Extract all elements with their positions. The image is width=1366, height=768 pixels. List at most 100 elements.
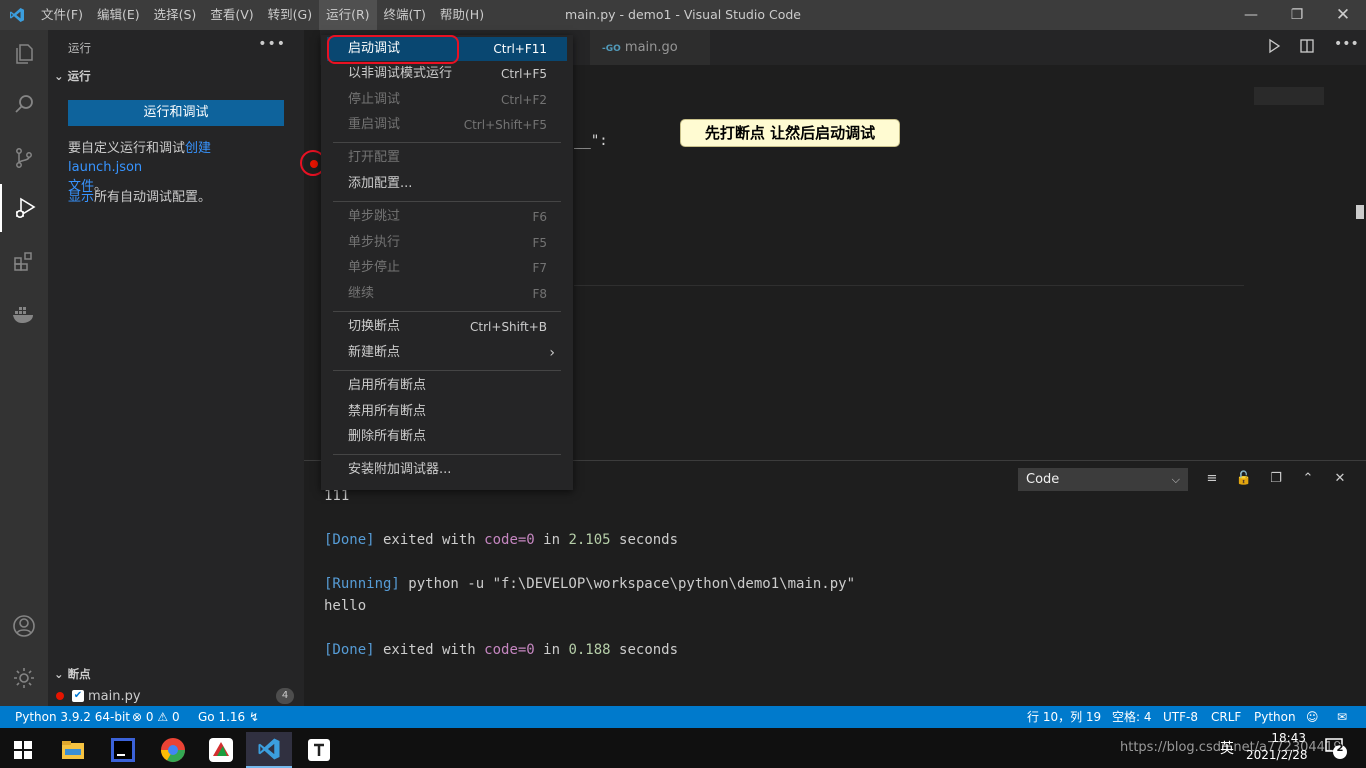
scrollbar-thumb[interactable]: [1356, 205, 1364, 219]
maximize-button[interactable]: ❐: [1274, 0, 1320, 30]
jetbrains-icon[interactable]: [100, 732, 146, 768]
menu-item-run-without-debugging[interactable]: 以非调试模式运行 Ctrl+F5: [327, 62, 567, 86]
language-mode[interactable]: Python: [1254, 706, 1296, 728]
menu-item-toggle-breakpoint[interactable]: 切换断点 Ctrl+Shift+B: [327, 315, 567, 339]
encoding[interactable]: UTF-8: [1163, 706, 1198, 728]
tab-main-py[interactable]: [304, 30, 320, 65]
menu-separator: [333, 454, 561, 455]
menu-item-add-configuration[interactable]: 添加配置...: [327, 172, 567, 196]
go-version[interactable]: Go 1.16 ↯: [198, 706, 259, 728]
menu-edit[interactable]: 编辑(E): [90, 0, 147, 30]
menu-separator: [333, 311, 561, 312]
menu-item-label: 安装附加调试器...: [348, 462, 452, 477]
cursor-position[interactable]: 行 10，列 19: [1027, 706, 1101, 728]
run-file-icon[interactable]: [1266, 38, 1286, 58]
python-interpreter[interactable]: Python 3.9.2 64-bit: [15, 706, 130, 728]
tab-main-go[interactable]: -GO main.go: [590, 30, 710, 65]
close-window-button[interactable]: ✕: [1320, 0, 1366, 30]
open-log-icon[interactable]: ❐: [1266, 469, 1286, 489]
menu-item-shortcut: Ctrl+F5: [501, 67, 547, 81]
output-token: code=0: [484, 532, 535, 548]
menu-item-step-over[interactable]: 单步跳过 F6: [327, 205, 567, 229]
browser-icon[interactable]: [150, 732, 196, 768]
output-token: code=0: [484, 642, 535, 658]
output-line: 111: [324, 488, 350, 504]
windows-start-icon[interactable]: [0, 732, 46, 768]
action-center-icon[interactable]: 2: [1324, 736, 1348, 760]
menu-item-label: 打开配置: [348, 150, 401, 165]
minimize-button[interactable]: —: [1228, 0, 1274, 30]
typora-icon[interactable]: [296, 732, 342, 768]
close-panel-icon[interactable]: ✕: [1330, 469, 1350, 489]
output-token: seconds: [610, 532, 679, 548]
output-token: [Done]: [324, 642, 375, 658]
menu-item-label: 新建断点: [348, 345, 401, 360]
maximize-panel-icon[interactable]: ⌃: [1298, 469, 1318, 489]
run-section-header[interactable]: ⌄ 运行: [54, 68, 91, 84]
menu-item-step-into[interactable]: 单步执行 F5: [327, 231, 567, 255]
lock-scroll-icon[interactable]: 🔓: [1234, 469, 1254, 489]
menu-run[interactable]: 运行(R): [319, 0, 377, 30]
clear-output-icon[interactable]: ≡: [1202, 469, 1222, 489]
wps-icon[interactable]: [198, 732, 244, 768]
run-debug-icon[interactable]: [0, 184, 48, 232]
indentation[interactable]: 空格: 4: [1112, 706, 1152, 728]
menu-item-step-out[interactable]: 单步停止 F7: [327, 256, 567, 280]
minimap[interactable]: [1254, 87, 1324, 105]
menu-item-restart-debugging[interactable]: 重启调试 Ctrl+Shift+F5: [327, 113, 567, 137]
output-token: [Done]: [324, 532, 375, 548]
extensions-icon[interactable]: [0, 238, 48, 286]
menu-item-open-configurations[interactable]: 打开配置: [327, 146, 567, 170]
submenu-chevron-icon: ›: [549, 345, 555, 361]
breakpoint-line-badge: 4: [276, 688, 294, 704]
menu-help[interactable]: 帮助(H): [433, 0, 491, 30]
source-control-icon[interactable]: [0, 134, 48, 182]
explorer-icon[interactable]: [0, 30, 48, 78]
show-configs-hint: 显示所有自动调试配置。: [68, 188, 288, 207]
run-sidebar: 运行 ••• ⌄ 运行 运行和调试 要自定义运行和调试创建 launch.jso…: [48, 30, 304, 706]
run-and-debug-button[interactable]: 运行和调试: [68, 100, 284, 126]
account-icon[interactable]: [0, 602, 48, 650]
search-icon[interactable]: [0, 80, 48, 128]
more-actions-icon[interactable]: •••: [258, 36, 286, 52]
output-token: [Running]: [324, 576, 400, 592]
editor-more-icon[interactable]: •••: [1334, 36, 1359, 52]
menu-go[interactable]: 转到(G): [261, 0, 319, 30]
notifications-bell-icon[interactable]: ✉: [1337, 706, 1347, 728]
docker-icon[interactable]: [0, 290, 48, 338]
breakpoint-file: main.py: [88, 688, 141, 704]
menu-bar: 文件(F) 编辑(E) 选择(S) 查看(V) 转到(G) 运行(R) 终端(T…: [34, 0, 491, 30]
menu-item-new-breakpoint[interactable]: 新建断点 ›: [327, 341, 567, 365]
output-channel-select[interactable]: Code ⌵: [1018, 468, 1188, 491]
split-editor-icon[interactable]: [1299, 38, 1319, 58]
menu-item-install-debuggers[interactable]: 安装附加调试器...: [327, 458, 567, 482]
breakpoint-dot-icon[interactable]: [310, 160, 318, 168]
output-panel: Code ⌵ ≡ 🔓 ❐ ⌃ ✕ 111 [Done] exited with c…: [304, 460, 1366, 706]
settings-gear-icon[interactable]: [0, 654, 48, 702]
menu-selection[interactable]: 选择(S): [147, 0, 204, 30]
menu-separator: [333, 142, 561, 143]
menu-file[interactable]: 文件(F): [34, 0, 90, 30]
show-link[interactable]: 显示: [68, 190, 94, 205]
menu-terminal[interactable]: 终端(T): [377, 0, 433, 30]
menu-item-remove-all-breakpoints[interactable]: 删除所有断点: [327, 425, 567, 449]
feedback-icon[interactable]: ☺: [1306, 706, 1319, 728]
vscode-taskbar-icon[interactable]: [246, 732, 292, 768]
menu-item-stop-debugging[interactable]: 停止调试 Ctrl+F2: [327, 88, 567, 112]
breakpoints-section-header[interactable]: ⌄ 断点: [54, 666, 91, 682]
menu-view[interactable]: 查看(V): [203, 0, 260, 30]
system-clock[interactable]: 18:43 2021/2/28: [1246, 730, 1308, 764]
menu-item-enable-all-breakpoints[interactable]: 启用所有断点: [327, 374, 567, 398]
breakpoint-checkbox[interactable]: ✔: [72, 690, 84, 702]
menu-item-disable-all-breakpoints[interactable]: 禁用所有断点: [327, 400, 567, 424]
breakpoint-item[interactable]: ✔ main.py 4: [56, 686, 296, 706]
menu-item-continue[interactable]: 继续 F8: [327, 282, 567, 306]
end-of-line[interactable]: CRLF: [1211, 706, 1241, 728]
menu-item-label: 单步执行: [348, 235, 401, 250]
problems-indicator[interactable]: ⊗ 0 ⚠ 0: [132, 706, 180, 728]
code-fragment: __":: [574, 133, 608, 149]
clock-time: 18:43: [1271, 731, 1306, 745]
menu-item-shortcut: Ctrl+Shift+F5: [463, 118, 547, 132]
ime-indicator[interactable]: 英: [1220, 738, 1234, 758]
file-explorer-icon[interactable]: [50, 732, 96, 768]
